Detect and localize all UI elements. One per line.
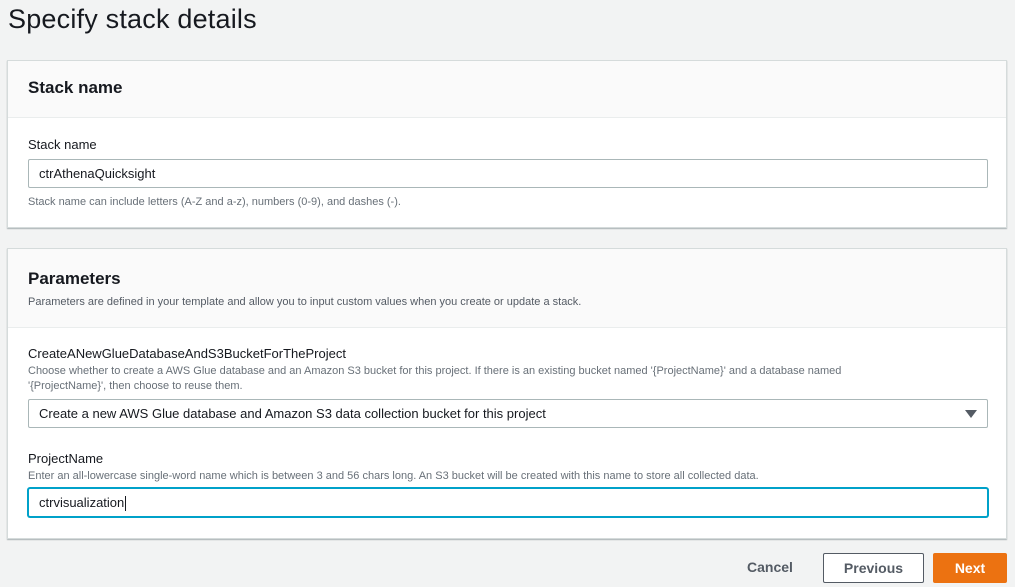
project-name-label: ProjectName	[28, 451, 104, 466]
create-glue-param-label: CreateANewGlueDatabaseAndS3BucketForTheP…	[28, 346, 346, 361]
cancel-button[interactable]: Cancel	[733, 553, 807, 583]
create-glue-param-description: Choose whether to create a AWS Glue data…	[28, 364, 988, 394]
previous-button[interactable]: Previous	[823, 553, 924, 583]
text-cursor	[125, 496, 127, 512]
stack-name-panel: Stack name Stack name ctrAthenaQuicksigh…	[7, 60, 1007, 228]
create-glue-param-desc-line2: '{ProjectName}', then choose to reuse th…	[28, 380, 243, 392]
caret-down-icon	[965, 410, 977, 418]
create-glue-param-select[interactable]: Create a new AWS Glue database and Amazo…	[28, 399, 988, 428]
stack-name-hint: Stack name can include letters (A-Z and …	[28, 196, 401, 208]
stack-name-input[interactable]: ctrAthenaQuicksight	[28, 159, 988, 188]
project-name-description: Enter an all-lowercase single-word name …	[28, 470, 759, 482]
project-name-value: ctrvisualization	[39, 495, 125, 510]
parameters-panel-title: Parameters	[28, 269, 121, 288]
parameters-panel-description: Parameters are defined in your template …	[28, 296, 582, 308]
parameters-panel: Parameters Parameters are defined in you…	[7, 248, 1007, 539]
stack-name-panel-header: Stack name	[8, 61, 1006, 118]
page-title: Specify stack details	[8, 4, 257, 34]
project-name-input[interactable]: ctrvisualization	[28, 488, 988, 517]
stack-name-panel-title: Stack name	[28, 78, 123, 97]
parameters-panel-header: Parameters Parameters are defined in you…	[8, 249, 1006, 328]
create-glue-param-selected-value: Create a new AWS Glue database and Amazo…	[39, 406, 546, 421]
next-button[interactable]: Next	[933, 553, 1007, 583]
stack-name-label: Stack name	[28, 137, 97, 152]
create-glue-param-desc-line1: Choose whether to create a AWS Glue data…	[28, 365, 842, 377]
